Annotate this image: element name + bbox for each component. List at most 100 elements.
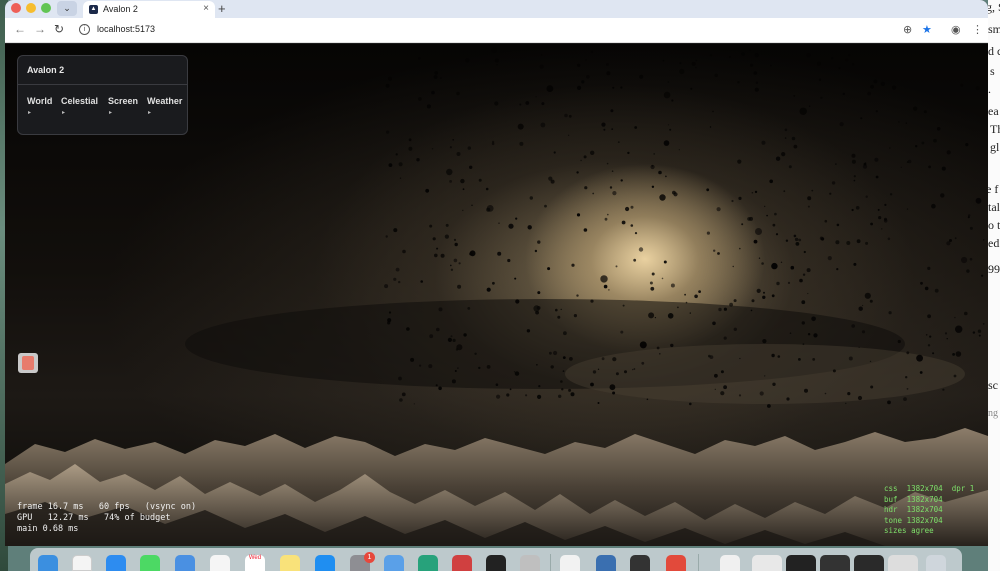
app-icon[interactable] — [452, 555, 472, 571]
site-info-icon[interactable]: i — [79, 24, 90, 35]
particle — [737, 159, 742, 164]
particle — [712, 321, 716, 326]
calendar-month: Wed — [248, 555, 262, 561]
window-thumbnail[interactable] — [752, 555, 782, 571]
particle — [562, 356, 566, 359]
new-tab-button[interactable]: + — [218, 1, 226, 16]
particle — [754, 53, 759, 58]
particle — [526, 329, 531, 333]
blender-icon[interactable] — [630, 555, 650, 571]
window-close-button[interactable] — [11, 3, 21, 13]
menu-label: Celestial — [61, 96, 99, 106]
particle — [553, 350, 558, 356]
particle — [761, 140, 766, 145]
recent-document-icon[interactable] — [720, 555, 740, 571]
particle — [685, 301, 688, 304]
particle — [788, 165, 792, 169]
preview-icon[interactable] — [384, 555, 404, 571]
particle — [563, 331, 567, 336]
particle — [426, 104, 431, 109]
particle — [807, 196, 812, 201]
trash-icon[interactable] — [926, 555, 946, 571]
webgl-canvas[interactable]: Avalon 2 World ▸ Celestial ▸ Screen ▸ We… — [5, 44, 988, 546]
particle — [723, 336, 727, 340]
particle — [802, 343, 805, 346]
messages-icon[interactable] — [140, 555, 160, 571]
launchpad-icon[interactable] — [72, 555, 92, 571]
particle — [478, 178, 482, 182]
particle — [506, 393, 510, 397]
particle — [851, 324, 855, 328]
stats-gpu-line: GPU 12.27 ms 74% of budget — [17, 513, 171, 523]
utility-icon[interactable] — [520, 555, 540, 571]
tab-search-dropdown[interactable]: ⌄ — [57, 1, 77, 16]
particle — [695, 59, 698, 62]
particle — [739, 357, 741, 360]
window-minimize-button[interactable] — [26, 3, 36, 13]
window-thumbnail[interactable] — [854, 555, 884, 571]
reload-icon[interactable]: ↻ — [54, 22, 64, 36]
particle — [953, 374, 957, 378]
photos-icon[interactable] — [210, 555, 230, 571]
more-menu-icon[interactable]: ⋮ — [972, 23, 983, 36]
side-toggle-button[interactable] — [18, 353, 38, 373]
background-doc-text: g, S — [988, 0, 1000, 14]
particle — [612, 391, 616, 395]
window-maximize-button[interactable] — [41, 3, 51, 13]
particle — [941, 166, 946, 171]
app-icon[interactable] — [596, 555, 616, 571]
particle — [789, 332, 792, 335]
particle — [831, 181, 836, 185]
particle — [401, 392, 406, 397]
particle — [406, 327, 410, 331]
particle — [811, 316, 816, 322]
particle — [884, 203, 887, 206]
calendar-icon[interactable]: Wed — [245, 555, 265, 571]
particle — [469, 165, 473, 169]
particle — [754, 190, 758, 194]
menu-celestial[interactable]: Celestial ▸ — [61, 96, 98, 116]
profile-icon[interactable]: ◉ — [951, 23, 961, 36]
safari-icon[interactable] — [106, 555, 126, 571]
particle — [603, 284, 608, 289]
menu-weather[interactable]: Weather ▸ — [147, 96, 182, 116]
window-thumbnail[interactable] — [786, 555, 816, 571]
back-arrow-icon[interactable]: ← — [14, 22, 26, 36]
particle — [848, 356, 853, 361]
menu-screen[interactable]: Screen ▸ — [108, 96, 138, 116]
notes-icon[interactable] — [280, 555, 300, 571]
mail-icon[interactable] — [175, 555, 195, 571]
document-icon[interactable] — [560, 555, 580, 571]
particle — [611, 170, 614, 172]
tab-avalon[interactable]: ▲ Avalon 2 × — [83, 1, 215, 18]
particle — [431, 90, 435, 95]
particle — [467, 146, 471, 150]
particle — [969, 226, 973, 230]
terminal-icon[interactable] — [486, 555, 506, 571]
finder-icon[interactable] — [38, 555, 58, 571]
particle — [536, 306, 541, 310]
zoom-icon[interactable]: ⊕ — [903, 23, 912, 36]
particle — [402, 249, 406, 254]
forward-arrow-icon[interactable]: → — [34, 22, 46, 36]
window-thumbnail[interactable] — [820, 555, 850, 571]
activity-icon[interactable] — [418, 555, 438, 571]
particle — [832, 369, 836, 373]
address-bar[interactable]: i localhost:5173 — [75, 21, 945, 40]
bookmark-star-icon[interactable]: ★ — [922, 23, 932, 36]
particle — [720, 391, 725, 396]
tab-close-button[interactable]: × — [203, 3, 209, 14]
app-store-icon[interactable] — [315, 555, 335, 571]
particle — [456, 344, 463, 351]
particle — [429, 334, 434, 339]
particle — [975, 197, 982, 204]
particle — [853, 179, 856, 182]
chrome-icon[interactable] — [666, 555, 686, 571]
window-thumbnail[interactable] — [888, 555, 918, 571]
particle — [764, 205, 766, 208]
particle — [432, 237, 436, 241]
particle — [478, 366, 481, 370]
particle — [634, 232, 638, 235]
menu-world[interactable]: World ▸ — [27, 96, 52, 116]
particle — [450, 264, 452, 267]
